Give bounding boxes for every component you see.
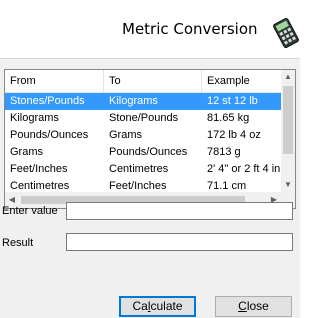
cell-from: Stones/Pounds xyxy=(10,95,85,107)
calculate-label-suffix: culate xyxy=(150,299,183,313)
enter-value-label: Enter value xyxy=(2,205,58,217)
table-row[interactable]: Feet/Inches Centimetres 2' 4" or 2 ft 4 … xyxy=(5,161,281,178)
dialog-body: From To Example Stones/Pounds Kilograms … xyxy=(0,59,300,318)
cell-to: Stone/Pounds xyxy=(109,112,179,124)
close-label-suffix: lose xyxy=(246,299,269,313)
vertical-scroll-thumb[interactable] xyxy=(283,86,293,154)
calculate-label-prefix: Ca xyxy=(132,299,148,313)
cell-example: 172 lb 4 oz xyxy=(207,129,261,141)
close-label-accelerator: C xyxy=(238,299,247,313)
cell-to: Feet/Inches xyxy=(109,180,167,192)
calculate-button[interactable]: Calculate xyxy=(119,296,196,317)
cell-example: 12 st 12 lb xyxy=(207,95,258,107)
cell-example: 2' 4" or 2 ft 4 in xyxy=(207,163,281,175)
calculator-icon xyxy=(273,17,299,49)
cell-to: Grams xyxy=(109,129,142,141)
close-button[interactable]: Close xyxy=(215,296,292,317)
cell-to: Kilograms xyxy=(109,95,158,107)
conversion-list[interactable]: From To Example Stones/Pounds Kilograms … xyxy=(4,69,296,209)
table-row[interactable]: Grams Pounds/Ounces 7813 g xyxy=(5,144,281,161)
column-header-from[interactable]: From xyxy=(5,70,104,92)
cell-from: Grams xyxy=(10,146,43,158)
cell-example: 71.1 cm xyxy=(207,180,247,192)
dialog-header: Metric Conversion xyxy=(0,0,300,59)
result-label: Result xyxy=(2,237,34,249)
table-row[interactable]: Kilograms Stone/Pounds 81.65 kg xyxy=(5,110,281,127)
table-row[interactable]: Centimetres Feet/Inches 71.1 cm xyxy=(5,178,281,192)
scroll-up-icon[interactable]: ▲ xyxy=(281,70,295,84)
list-rows: Stones/Pounds Kilograms 12 st 12 lb Kilo… xyxy=(5,93,281,192)
cell-from: Centimetres xyxy=(10,180,70,192)
column-header-to[interactable]: To xyxy=(104,70,202,92)
cell-example: 7813 g xyxy=(207,146,241,158)
cell-from: Feet/Inches xyxy=(10,163,68,175)
scroll-down-icon[interactable]: ▼ xyxy=(281,178,295,192)
list-header: From To Example xyxy=(5,70,281,93)
cell-from: Kilograms xyxy=(10,112,59,124)
vertical-scrollbar[interactable]: ▲ ▼ xyxy=(281,70,295,192)
cell-to: Pounds/Ounces xyxy=(109,146,188,158)
column-header-example[interactable]: Example xyxy=(202,70,281,92)
cell-to: Centimetres xyxy=(109,163,169,175)
dialog-title: Metric Conversion xyxy=(122,20,258,38)
cell-example: 81.65 kg xyxy=(207,112,250,124)
result-field[interactable] xyxy=(66,233,293,251)
enter-value-input[interactable] xyxy=(66,202,293,220)
table-row[interactable]: Stones/Pounds Kilograms 12 st 12 lb xyxy=(5,93,281,110)
cell-from: Pounds/Ounces xyxy=(10,129,89,141)
table-row[interactable]: Pounds/Ounces Grams 172 lb 4 oz xyxy=(5,127,281,144)
